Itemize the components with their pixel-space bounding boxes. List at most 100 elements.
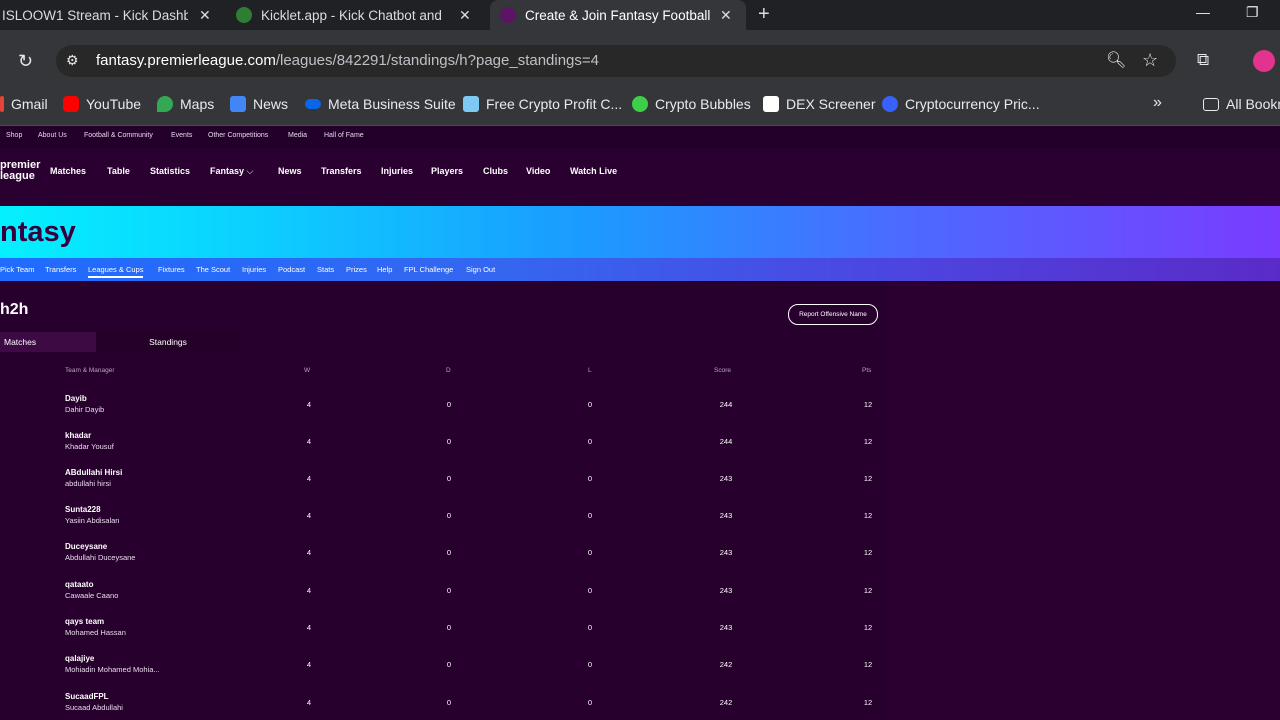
folder-icon — [1203, 97, 1219, 111]
browser-tab-kick-dashboard[interactable]: ISLOOW1 Stream - Kick Dashbo ✕ — [0, 0, 222, 30]
nav-clubs[interactable]: Clubs — [483, 166, 508, 176]
table-row[interactable]: qays team Mohamed Hassan 4 0 0 243 12 — [0, 617, 890, 654]
crypto-profit-icon — [463, 96, 479, 112]
utility-link-shop[interactable]: Shop — [6, 132, 22, 139]
cell-score: 243 — [719, 586, 733, 595]
browser-tab-kicklet[interactable]: Kicklet.app - Kick Chatbot and C ✕ — [236, 0, 486, 30]
column-header-l: L — [588, 367, 592, 374]
table-row[interactable]: qalajiye Mohiadin Mohamed Mohia... 4 0 0 242 1… — [0, 654, 890, 691]
bookmark-youtube[interactable]: YouTube — [63, 96, 141, 112]
column-header-score: Score — [714, 367, 731, 374]
subnav-stats[interactable]: Stats — [317, 265, 334, 274]
bookmark-free-crypto[interactable]: Free Crypto Profit C... — [463, 96, 622, 112]
bookmarks-overflow-icon[interactable]: » — [1153, 94, 1162, 112]
column-header-w: W — [304, 367, 311, 374]
subnav-help[interactable]: Help — [377, 265, 392, 274]
nav-transfers[interactable]: Transfers — [321, 166, 362, 176]
subnav-leagues-cups[interactable]: Leagues & Cups — [88, 265, 144, 278]
team-name[interactable]: qalajiye — [65, 654, 94, 663]
team-name[interactable]: qays team — [65, 617, 104, 626]
utility-link-media[interactable]: Media — [288, 132, 307, 139]
nav-news[interactable]: News — [278, 166, 302, 176]
cell-pts: 12 — [863, 511, 873, 520]
gmail-icon — [0, 96, 4, 112]
restore-icon[interactable]: ❐ — [1246, 4, 1259, 21]
table-row[interactable]: Duceysane Abdullahi Duceysane 4 0 0 243 12 — [0, 542, 890, 579]
bookmark-maps[interactable]: Maps — [157, 96, 214, 112]
cell-l: 0 — [587, 511, 593, 520]
team-name[interactable]: Sunta228 — [65, 505, 101, 514]
table-row[interactable]: khadar Khadar Yousuf 4 0 0 244 12 — [0, 431, 890, 468]
cell-w: 4 — [306, 586, 312, 595]
minimize-icon[interactable]: — — [1196, 4, 1210, 20]
subnav-podcast[interactable]: Podcast — [278, 265, 305, 274]
nav-players[interactable]: Players — [431, 166, 463, 176]
bookmark-cryptocurrency-prices[interactable]: Cryptocurrency Pric... — [882, 96, 1040, 112]
nav-injuries[interactable]: Injuries — [381, 166, 413, 176]
team-name[interactable]: qataato — [65, 580, 93, 589]
tab-matches[interactable]: Matches — [0, 332, 96, 352]
browser-tab-fantasy[interactable]: Create & Join Fantasy Football L ✕ — [490, 0, 746, 30]
cell-l: 0 — [587, 660, 593, 669]
premier-league-logo[interactable]: premier league — [0, 160, 40, 182]
cell-l: 0 — [587, 698, 593, 707]
team-name[interactable]: Dayib — [65, 394, 87, 403]
subnav-transfers[interactable]: Transfers — [45, 265, 76, 274]
table-row[interactable]: Sunta228 Yasiin Abdisalan 4 0 0 243 12 — [0, 505, 890, 542]
bookmark-gmail[interactable]: Gmail — [0, 96, 48, 112]
bookmark-crypto-bubbles[interactable]: Crypto Bubbles — [632, 96, 751, 112]
url-host: fantasy.premierleague.com — [96, 52, 276, 69]
new-tab-button[interactable]: + — [758, 3, 770, 26]
url-text[interactable]: fantasy.premierleague.com/leagues/842291… — [96, 52, 599, 69]
nav-table[interactable]: Table — [107, 166, 130, 176]
table-row[interactable]: qataato Cawaale Caano 4 0 0 243 12 — [0, 580, 890, 617]
cell-l: 0 — [587, 548, 593, 557]
utility-link-events[interactable]: Events — [171, 132, 192, 139]
nav-fantasy[interactable]: Fantasy ⌵ — [210, 166, 253, 177]
nav-statistics[interactable]: Statistics — [150, 166, 190, 176]
table-row[interactable]: SucaadFPL Sucaad Abdullahi 4 0 0 242 12 — [0, 692, 890, 720]
column-header-d: D — [446, 367, 451, 374]
cell-score: 243 — [719, 548, 733, 557]
subnav-prizes[interactable]: Prizes — [346, 265, 367, 274]
web-page: Shop About Us Football & Community Event… — [0, 126, 1280, 720]
bookmark-dex-screener[interactable]: DEX Screener — [763, 96, 875, 112]
utility-link-hall-of-fame[interactable]: Hall of Fame — [324, 132, 364, 139]
utility-link-other-competitions[interactable]: Other Competitions — [208, 132, 268, 139]
bookmark-meta-business-suite[interactable]: Meta Business Suite — [305, 96, 456, 112]
zoom-icon[interactable]: 🔍︎ — [1106, 50, 1126, 70]
table-row[interactable]: Dayib Dahir Dayib 4 0 0 244 12 — [0, 394, 890, 431]
nav-watch-live[interactable]: Watch Live — [570, 166, 617, 176]
reload-icon[interactable]: ↻ — [18, 51, 33, 72]
subnav-fixtures[interactable]: Fixtures — [158, 265, 185, 274]
report-offensive-name-button[interactable]: Report Offensive Name — [788, 304, 878, 325]
team-name[interactable]: khadar — [65, 431, 91, 440]
avatar[interactable] — [1253, 50, 1275, 72]
extensions-icon[interactable]: ⧉ — [1197, 50, 1209, 70]
close-icon[interactable]: ✕ — [199, 7, 211, 24]
nav-video[interactable]: Video — [526, 166, 550, 176]
team-name[interactable]: SucaadFPL — [65, 692, 109, 701]
utility-link-about[interactable]: About Us — [38, 132, 67, 139]
subnav-injuries[interactable]: Injuries — [242, 265, 266, 274]
bookmark-star-icon[interactable]: ☆ — [1142, 50, 1158, 71]
close-icon[interactable]: ✕ — [720, 7, 732, 24]
utility-link-football-community[interactable]: Football & Community — [84, 132, 153, 139]
bookmark-news[interactable]: News — [230, 96, 288, 112]
tab-standings[interactable]: Standings — [96, 332, 240, 352]
cell-pts: 12 — [863, 586, 873, 595]
subnav-fpl-challenge[interactable]: FPL Challenge — [404, 265, 453, 274]
subnav-pick-team[interactable]: Pick Team — [0, 265, 34, 274]
site-info-icon[interactable]: ⚙ — [66, 52, 79, 69]
column-header-pts: Pts — [862, 367, 872, 374]
close-icon[interactable]: ✕ — [459, 7, 471, 24]
subnav-sign-out[interactable]: Sign Out — [466, 265, 495, 274]
address-bar[interactable]: ⚙ fantasy.premierleague.com/leagues/8422… — [56, 45, 1176, 77]
manager-name: Dahir Dayib — [65, 405, 105, 414]
team-name[interactable]: Duceysane — [65, 542, 107, 551]
subnav-the-scout[interactable]: The Scout — [196, 265, 230, 274]
nav-matches[interactable]: Matches — [50, 166, 86, 176]
table-row[interactable]: ABdullahi Hirsi abdullahi hirsi 4 0 0 243 12 — [0, 468, 890, 505]
team-name[interactable]: ABdullahi Hirsi — [65, 468, 122, 477]
all-bookmarks-folder[interactable]: All Bookm — [1203, 96, 1280, 112]
